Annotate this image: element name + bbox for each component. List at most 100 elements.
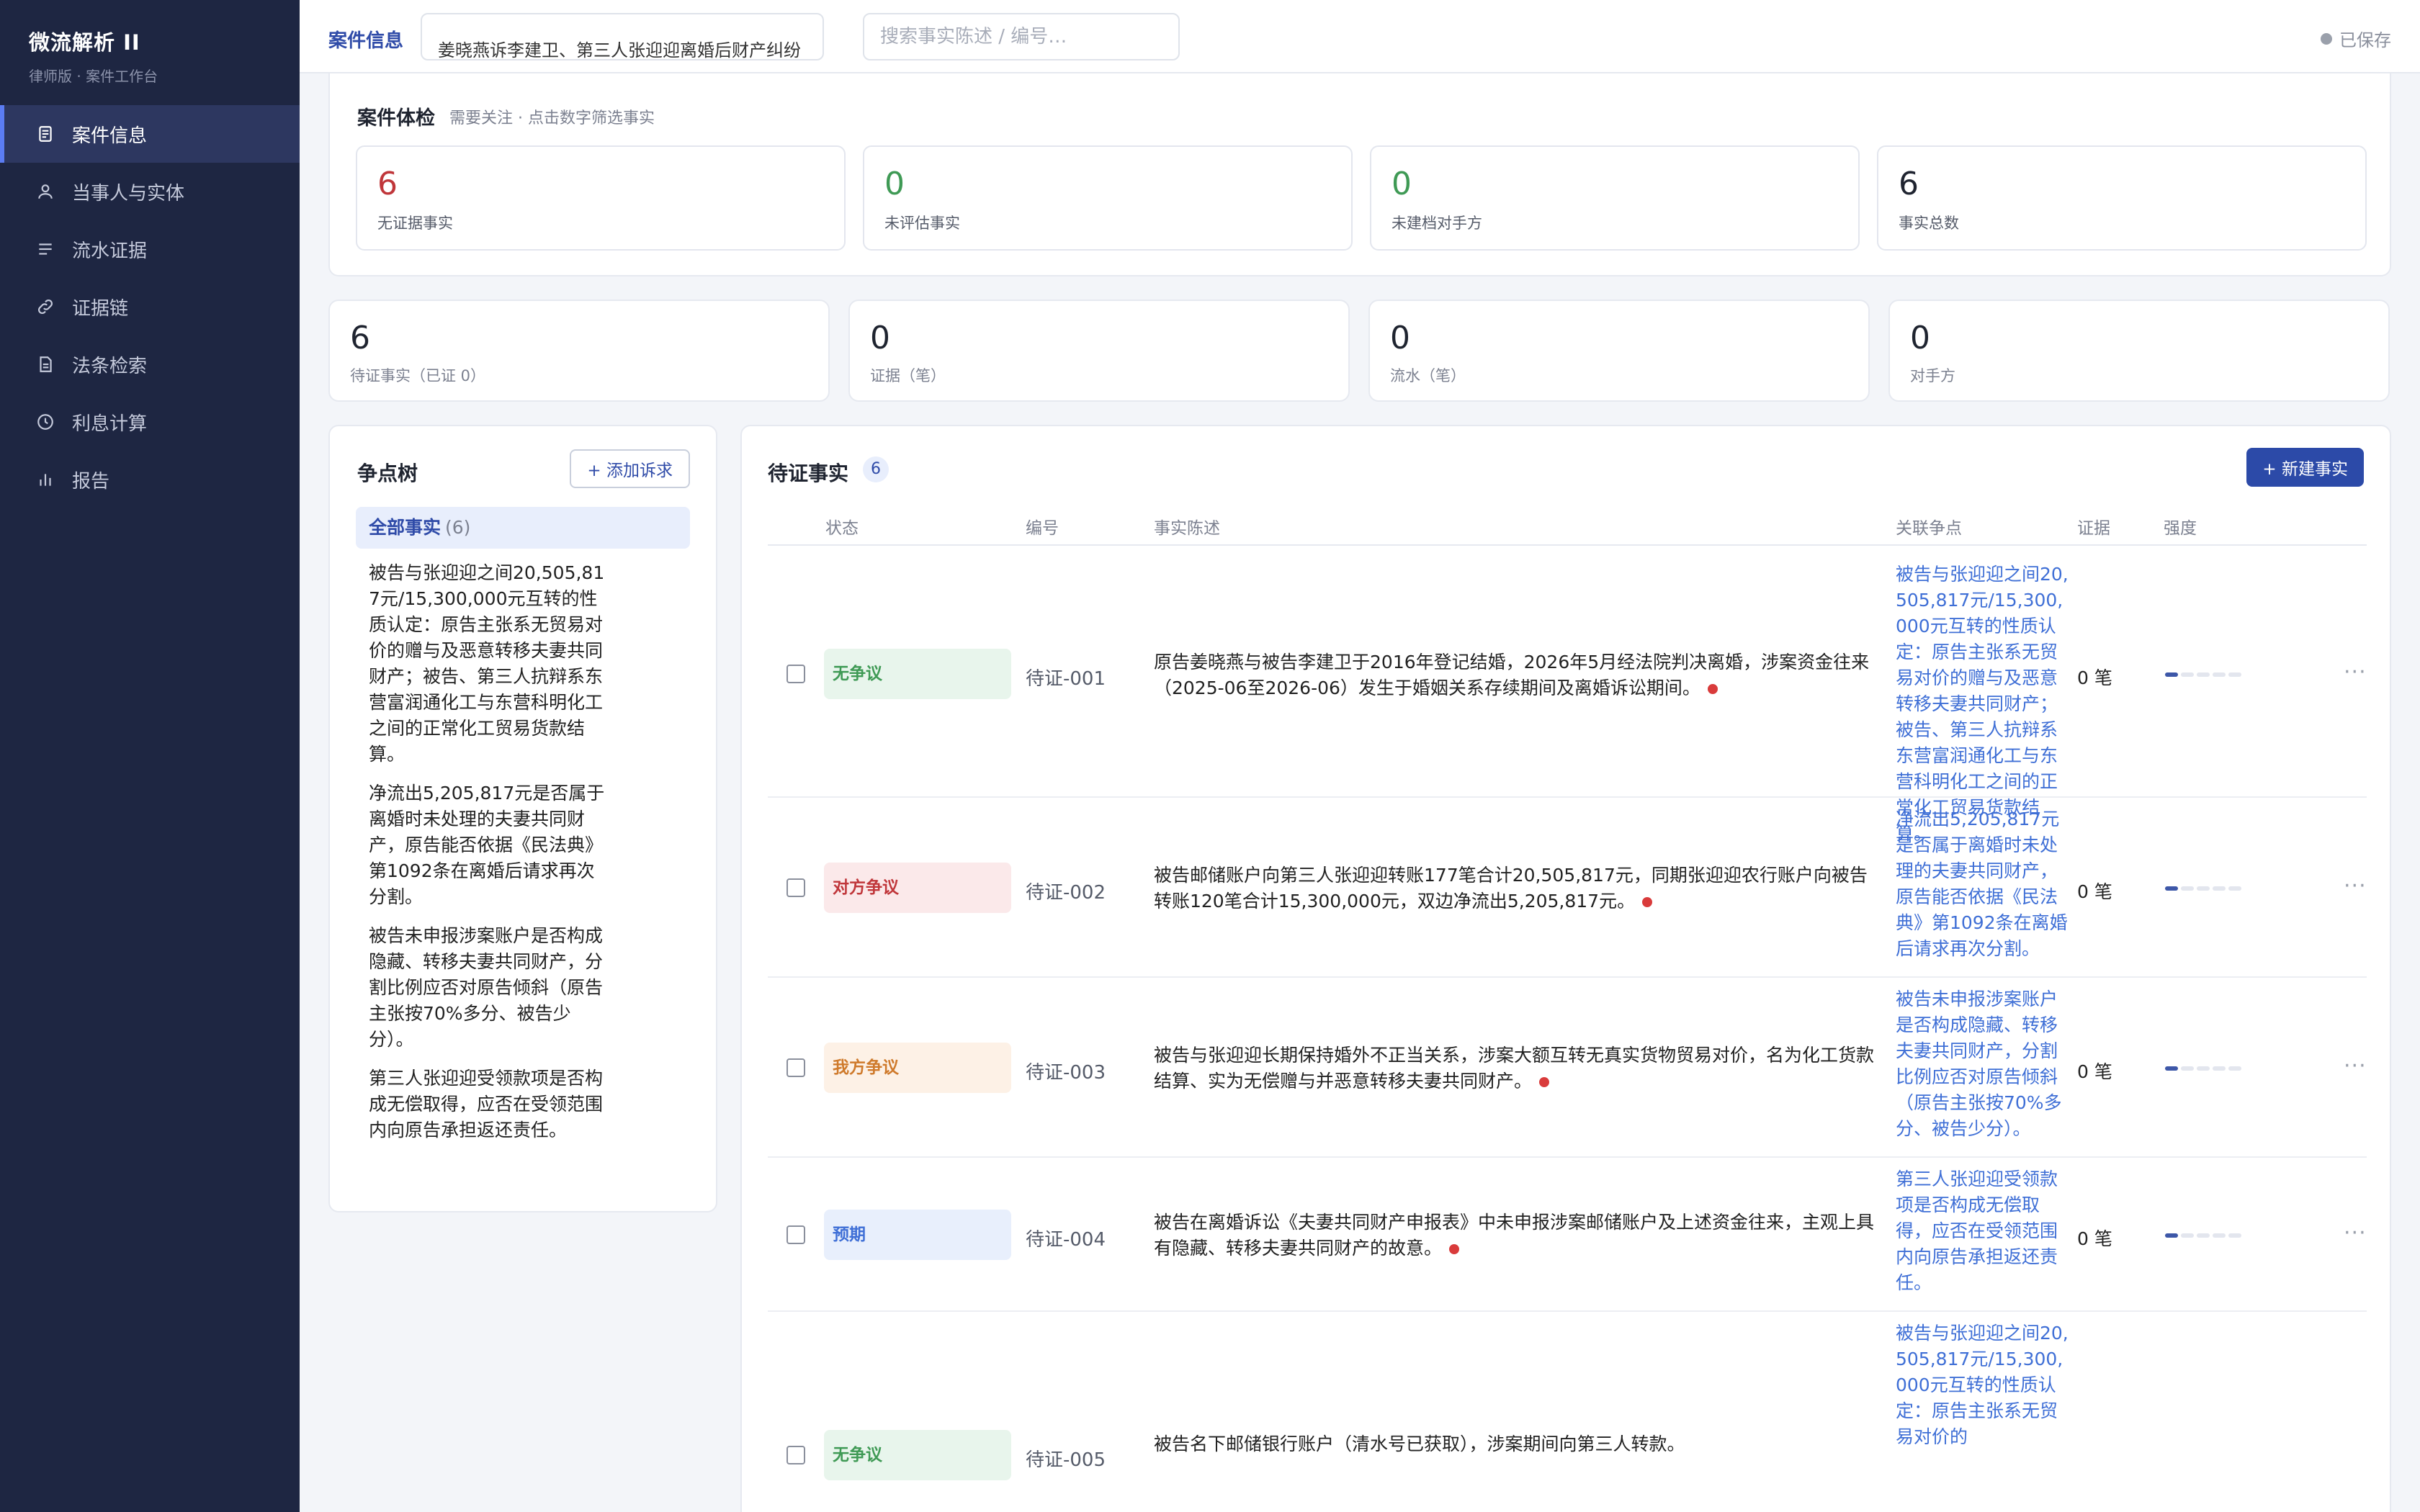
issue-item[interactable]: 被告与张迎迎之间20,505,817元/15,300,000元互转的性质认定：原…: [369, 560, 608, 768]
sidebar: 微流解析 II 律师版 · 案件工作台 案件信息 当事人与实体 流水证据 证据链…: [0, 0, 300, 1512]
column-header-status[interactable]: 状态: [825, 514, 859, 539]
strength-meter: [2165, 1066, 2241, 1071]
column-header-strength[interactable]: 强度: [2164, 514, 2197, 539]
issue-item[interactable]: 净流出5,205,817元是否属于离婚时未处理的夫妻共同财产，原告能否依据《民法…: [369, 780, 608, 910]
fact-description: 被告与张迎迎长期保持婚外不正当关系，涉案大额互转无真实货物贸易对价，名为化工货款…: [1154, 1043, 1874, 1094]
linked-issue[interactable]: 被告未申报涉案账户是否构成隐藏、转移夫妻共同财产，分割比例应否对原告倾斜（原告主…: [1896, 986, 2069, 1142]
row-checkbox[interactable]: [786, 1446, 805, 1464]
more-actions-icon[interactable]: ···: [2344, 1220, 2367, 1246]
table-row[interactable]: 对方争议 待证-002 被告邮储账户向第三人张迎迎转账177笔合计20,505,…: [768, 798, 2367, 978]
stat-card-counterparties: 0 对手方: [1888, 300, 2390, 402]
row-checkbox[interactable]: [786, 665, 805, 683]
status-badge: 预期: [824, 1210, 1011, 1260]
sidebar-item-transactions[interactable]: 流水证据: [0, 220, 300, 278]
new-fact-button[interactable]: + 新建事实: [2246, 448, 2364, 487]
health-card-unfiled-counterparty[interactable]: 0 未建档对手方: [1370, 145, 1860, 251]
stat-value: 0: [1390, 320, 1410, 356]
health-card-total-facts[interactable]: 6 事实总数: [1877, 145, 2367, 251]
status-badge: 我方争议: [824, 1043, 1011, 1093]
fact-id: 待证-004: [1026, 1229, 1106, 1251]
table-row[interactable]: 无争议 待证-005 被告名下邮储银行账户（清水号已获取），涉案期间向第三人转款…: [768, 1312, 2367, 1512]
fact-description-text: 原告姜晓燕与被告李建卫于2016年登记结婚，2026年5月经法院判决离婚，涉案资…: [1154, 652, 1870, 698]
sidebar-item-evidence-chain[interactable]: 证据链: [0, 278, 300, 336]
app-subtitle: 律师版 · 案件工作台: [29, 68, 158, 85]
health-card-label: 事实总数: [1899, 215, 1959, 232]
sidebar-item-case-info[interactable]: 案件信息: [0, 105, 300, 163]
strength-meter: [2165, 886, 2241, 891]
facts-panel: 待证事实 6 + 新建事实 状态 编号 事实陈述 关联争点 证据 强度 无争议 …: [740, 425, 2391, 1512]
fact-description-text: 被告在离婚诉讼《夫妻共同财产申报表》中未申报涉案邮储账户及上述资金往来，主观上具…: [1154, 1212, 1875, 1259]
bar-chart-icon: [36, 470, 55, 489]
more-actions-icon[interactable]: ···: [2344, 1053, 2367, 1079]
evidence-count: 0 笔: [2077, 881, 2112, 902]
more-actions-icon[interactable]: ···: [2344, 660, 2367, 685]
health-hint: 需要关注 · 点击数字筛选事实: [449, 109, 655, 127]
health-card-value: 0: [884, 166, 905, 202]
health-card-unassessed[interactable]: 0 未评估事实: [863, 145, 1353, 251]
save-status: 已保存: [2321, 26, 2391, 51]
case-name-field[interactable]: 姜晓燕诉李建卫、第三人张迎迎离婚后财产纠纷: [421, 13, 824, 60]
no-evidence-dot-icon: [1449, 1244, 1460, 1254]
status-dot-icon: [2321, 32, 2332, 45]
sidebar-item-interest[interactable]: 利息计算: [0, 393, 300, 451]
issue-item[interactable]: 第三人张迎迎受领款项是否构成无偿取得，应否在受领范围内向原告承担返还责任。: [369, 1066, 608, 1143]
issue-item[interactable]: 被告未申报涉案账户是否构成隐藏、转移夫妻共同财产，分割比例应否对原告倾斜（原告主…: [369, 923, 608, 1053]
search-input[interactable]: [863, 13, 1180, 60]
health-card-label: 未建档对手方: [1392, 215, 1482, 232]
table-row[interactable]: 预期 待证-004 被告在离婚诉讼《夫妻共同财产申报表》中未申报涉案邮储账户及上…: [768, 1158, 2367, 1312]
row-checkbox[interactable]: [786, 1225, 805, 1244]
sidebar-item-parties[interactable]: 当事人与实体: [0, 163, 300, 220]
fact-description: 被告名下邮储银行账户（清水号已获取），涉案期间向第三人转款。: [1154, 1431, 1874, 1457]
fact-description: 被告邮储账户向第三人张迎迎转账177笔合计20,505,817元，同期张迎迎农行…: [1154, 863, 1874, 914]
row-checkbox[interactable]: [786, 1058, 805, 1077]
no-evidence-dot-icon: [1539, 1077, 1550, 1087]
fact-id: 待证-003: [1026, 1062, 1106, 1084]
stat-value: 6: [350, 320, 370, 356]
add-claim-button[interactable]: + 添加诉求: [570, 449, 690, 488]
more-actions-icon[interactable]: ···: [2344, 873, 2367, 899]
brand: 微流解析 II 律师版 · 案件工作台: [0, 0, 300, 105]
facts-count-badge: 6: [863, 456, 889, 482]
list-icon: [36, 240, 55, 258]
evidence-count: 0 笔: [2077, 667, 2112, 688]
linked-issue[interactable]: 净流出5,205,817元是否属于离婚时未处理的夫妻共同财产，原告能否依据《民法…: [1896, 806, 2069, 962]
no-evidence-dot-icon: [1707, 684, 1718, 694]
all-facts-count: (6): [445, 517, 471, 538]
link-icon: [36, 297, 55, 316]
row-checkbox[interactable]: [786, 878, 805, 897]
fact-id: 待证-002: [1026, 882, 1106, 904]
column-header-id[interactable]: 编号: [1026, 514, 1059, 539]
stat-label: 流水（笔）: [1390, 367, 1466, 384]
table-row[interactable]: 我方争议 待证-003 被告与张迎迎长期保持婚外不正当关系，涉案大额互转无真实货…: [768, 978, 2367, 1158]
column-header-issue[interactable]: 关联争点: [1896, 514, 1962, 539]
page-title: 案件信息: [328, 30, 404, 52]
clock-icon: [36, 413, 55, 431]
strength-meter: [2165, 672, 2241, 677]
fact-id: 待证-001: [1026, 668, 1106, 690]
status-badge: 无争议: [824, 1430, 1011, 1480]
document-icon: [36, 125, 55, 143]
issue-tree-panel: 争点树 + 添加诉求 全部事实 (6) 被告与张迎迎之间20,505,817元/1…: [328, 425, 717, 1212]
stat-label: 证据（笔）: [870, 367, 946, 384]
app-title: 微流解析 II: [29, 30, 140, 55]
health-card-no-evidence[interactable]: 6 无证据事实: [356, 145, 846, 251]
health-card-value: 6: [377, 166, 398, 202]
linked-issue[interactable]: 被告与张迎迎之间20,505,817元/15,300,000元互转的性质认定：原…: [1896, 1320, 2069, 1450]
linked-issue[interactable]: 第三人张迎迎受领款项是否构成无偿取得，应否在受领范围内向原告承担返还责任。: [1896, 1166, 2069, 1296]
table-row[interactable]: 无争议 待证-001 原告姜晓燕与被告李建卫于2016年登记结婚，2026年5月…: [768, 553, 2367, 844]
column-header-description[interactable]: 事实陈述: [1154, 514, 1220, 539]
sidebar-item-law-search[interactable]: 法条检索: [0, 336, 300, 393]
sidebar-item-label: 当事人与实体: [72, 182, 185, 204]
health-card-label: 无证据事实: [377, 215, 453, 232]
column-header-evidence[interactable]: 证据: [2077, 514, 2110, 539]
fact-description-text: 被告邮储账户向第三人张迎迎转账177笔合计20,505,817元，同期张迎迎农行…: [1154, 865, 1868, 912]
sidebar-item-label: 案件信息: [72, 125, 148, 147]
sidebar-item-report[interactable]: 报告: [0, 451, 300, 508]
health-card-value: 0: [1392, 166, 1412, 202]
fact-id: 待证-005: [1026, 1449, 1106, 1471]
stat-value: 0: [1910, 320, 1930, 356]
all-facts-filter[interactable]: 全部事实 (6): [356, 507, 690, 549]
sidebar-nav: 案件信息 当事人与实体 流水证据 证据链 法条检索 利息计算 报告: [0, 105, 300, 508]
sidebar-item-label: 法条检索: [72, 355, 148, 377]
status-badge: 对方争议: [824, 863, 1011, 913]
